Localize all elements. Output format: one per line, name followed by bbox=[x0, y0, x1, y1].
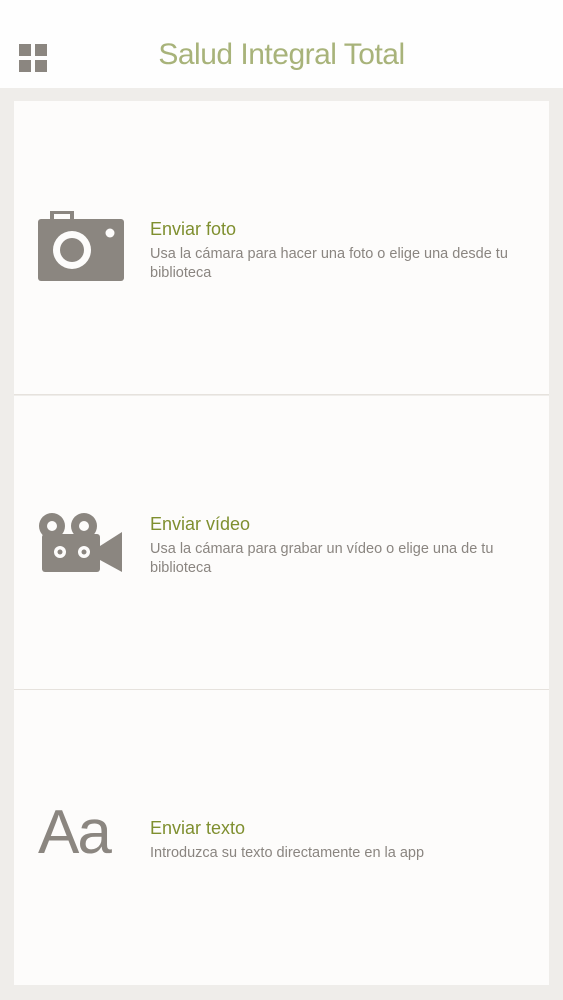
send-text-title: Enviar texto bbox=[150, 818, 246, 838]
divider bbox=[14, 394, 549, 395]
send-text-card: Aa Enviar texto Introduzca su texto dire… bbox=[14, 690, 549, 985]
app-header: Salud Integral Total bbox=[0, 0, 563, 88]
send-video-title: Enviar vídeo bbox=[150, 514, 251, 534]
send-photo-option[interactable]: Enviar foto Usa la cámara para hacer una… bbox=[14, 101, 549, 394]
send-video-card: Enviar vídeo Usa la cámara para grabar u… bbox=[14, 396, 549, 689]
send-photo-title: Enviar foto bbox=[150, 219, 237, 239]
send-photo-card: Enviar foto Usa la cámara para hacer una… bbox=[14, 101, 549, 394]
send-text-description: Introduzca su texto directamente en la a… bbox=[150, 845, 425, 861]
camera-icon bbox=[38, 211, 124, 281]
text-icon: Aa bbox=[38, 798, 112, 867]
video-camera-icon bbox=[39, 513, 122, 572]
send-text-option[interactable]: Aa Enviar texto Introduzca su texto dire… bbox=[14, 690, 549, 985]
page-title: Salud Integral Total bbox=[158, 38, 405, 71]
send-photo-description: Usa la cámara para hacer una foto o elig… bbox=[150, 246, 508, 281]
send-video-option[interactable]: Enviar vídeo Usa la cámara para grabar u… bbox=[14, 396, 549, 689]
send-video-description: Usa la cámara para grabar un vídeo o eli… bbox=[150, 541, 494, 576]
